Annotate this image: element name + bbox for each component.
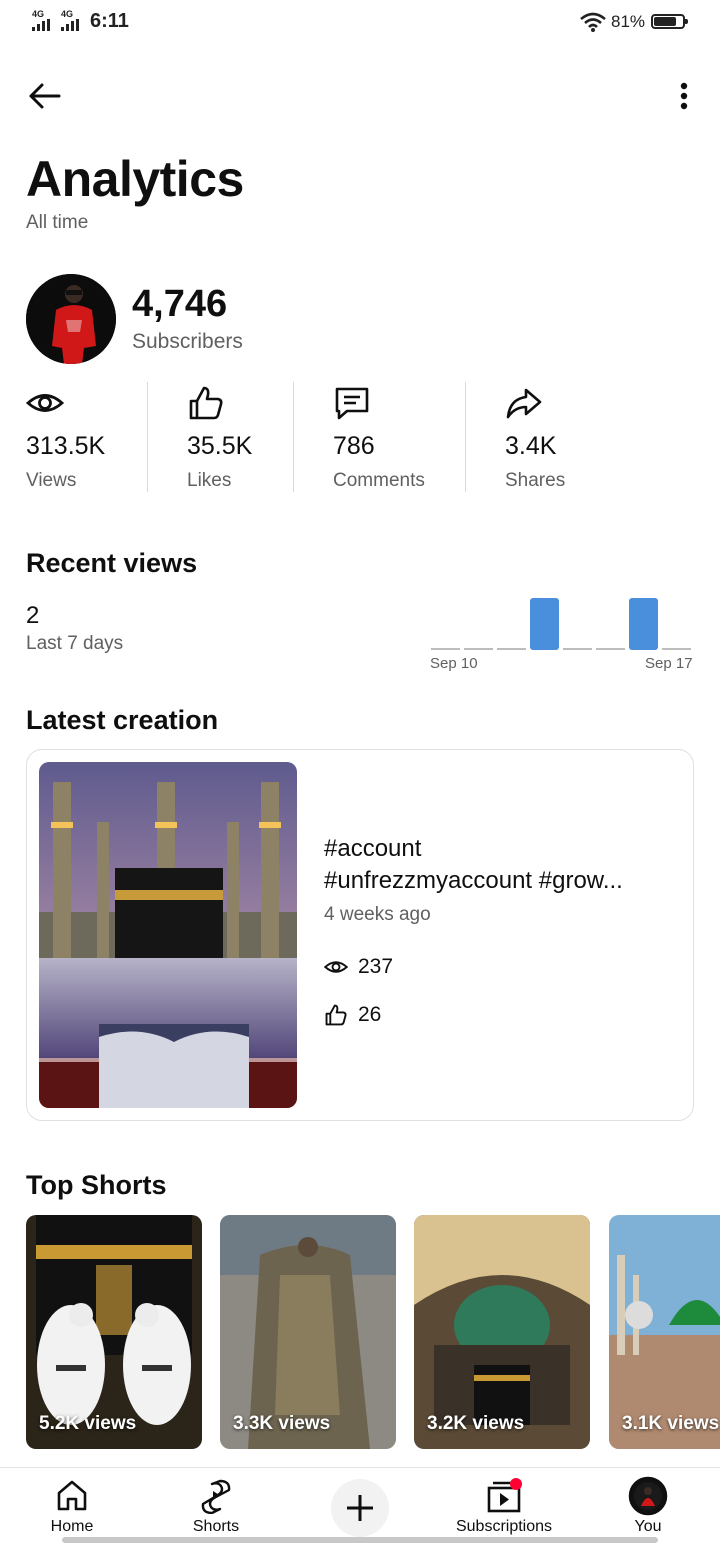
recent-views-count: 2 [26, 602, 40, 629]
bottom-navigation: Home Shorts Subscriptions You [0, 1467, 720, 1544]
chart-tick-start: Sep 10 [430, 655, 478, 672]
video-title-line: #account [324, 835, 422, 862]
stat-value: 313.5K [26, 432, 106, 460]
top-shorts-title: Top Shorts [26, 1170, 167, 1200]
latest-video-likes: 26 [324, 1003, 381, 1027]
plus-icon [347, 1495, 373, 1521]
signal-bars-icon [32, 19, 50, 31]
short-views: 5.2K views [39, 1413, 137, 1434]
clock: 6:11 [90, 10, 129, 32]
arrow-left-icon [29, 83, 61, 109]
date-range-label: All time [26, 212, 89, 233]
video-thumbnail-image [39, 762, 297, 1108]
eye-icon [26, 394, 64, 412]
stat-divider [147, 382, 148, 492]
short-views: 3.2K views [427, 1413, 525, 1434]
video-title-line: #unfrezzmyaccount #grow... [324, 867, 623, 894]
likes-count: 26 [358, 1003, 382, 1026]
recent-views-chart[interactable] [430, 592, 694, 654]
eye-icon [324, 961, 348, 973]
nav-label: You [634, 1518, 662, 1535]
chart-bar [530, 598, 559, 650]
top-shorts-carousel[interactable]: 5.2K views 3.3K views 3.2K views 3.1K vi… [26, 1215, 720, 1451]
home-icon [57, 1480, 87, 1511]
thumbs-up-icon [325, 1004, 347, 1026]
chart-bar-empty [464, 648, 493, 650]
shorts-icon [201, 1479, 231, 1514]
chart-bar-empty [662, 648, 691, 650]
battery-percent: 81% [611, 12, 646, 31]
more-vertical-icon [680, 82, 688, 110]
signal-sim2: 4G [61, 10, 79, 31]
chart-tick-end: Sep 17 [645, 655, 693, 672]
subscriber-label: Subscribers [132, 330, 243, 353]
nav-you[interactable]: You [608, 1468, 688, 1540]
nav-label: Shorts [192, 1518, 240, 1535]
latest-video-title[interactable]: #account #unfrezzmyaccount #grow... [324, 833, 664, 897]
create-button[interactable] [331, 1479, 389, 1537]
chart-bar-empty [563, 648, 592, 650]
avatar-image [26, 274, 116, 364]
subscriptions-icon [487, 1478, 522, 1513]
views-count: 237 [358, 955, 394, 978]
battery-fill [654, 17, 676, 26]
stat-divider [293, 382, 294, 492]
network-type-label: 4G [32, 9, 45, 19]
thumbs-up-icon [189, 386, 223, 420]
profile-avatar-icon [628, 1476, 668, 1516]
latest-video-thumbnail[interactable] [39, 762, 297, 1108]
page-title: Analytics [26, 151, 244, 207]
chart-bar-empty [497, 648, 526, 650]
latest-video-views: 237 [324, 955, 393, 979]
short-card[interactable]: 5.2K views [26, 1215, 202, 1449]
notification-dot [510, 1478, 522, 1490]
short-views: 3.1K views [622, 1413, 720, 1434]
network-type-label: 4G [61, 9, 74, 19]
stat-value: 3.4K [505, 432, 557, 460]
short-card[interactable]: 3.2K views [414, 1215, 590, 1449]
status-bar: 4G 4G 6:11 81% [0, 0, 720, 46]
short-views: 3.3K views [233, 1413, 331, 1434]
stat-value: 35.5K [187, 432, 253, 460]
latest-video-card[interactable]: #account #unfrezzmyaccount #grow... 4 we… [26, 749, 694, 1121]
channel-avatar[interactable] [26, 274, 116, 364]
stat-label: Likes [187, 470, 232, 491]
signal-sim1: 4G [32, 10, 50, 31]
nav-subscriptions[interactable]: Subscriptions [444, 1468, 564, 1540]
nav-home[interactable]: Home [32, 1468, 112, 1540]
stat-label: Views [26, 470, 77, 491]
short-card[interactable]: 3.1K views [609, 1215, 720, 1449]
latest-video-age: 4 weeks ago [324, 904, 431, 925]
signal-bars-icon [61, 19, 79, 31]
latest-creation-title: Latest creation [26, 705, 219, 735]
more-options-button[interactable] [664, 76, 704, 116]
recent-views-period: Last 7 days [26, 633, 124, 654]
stat-label: Shares [505, 470, 566, 491]
recent-views-title: Recent views [26, 548, 198, 578]
chart-bar-empty [431, 648, 460, 650]
nav-label: Subscriptions [455, 1518, 553, 1535]
share-icon [506, 388, 542, 419]
gesture-navigation-bar[interactable] [62, 1537, 658, 1543]
stat-divider [465, 382, 466, 492]
battery-icon [651, 14, 688, 29]
subscriber-count: 4,746 [132, 283, 228, 325]
wifi-icon [580, 12, 606, 32]
back-button[interactable] [24, 76, 64, 116]
chart-bar [629, 598, 658, 650]
stat-value: 786 [333, 432, 375, 460]
nav-shorts[interactable]: Shorts [176, 1468, 256, 1540]
battery-tip [685, 19, 688, 24]
nav-label: Home [50, 1518, 94, 1535]
stat-label: Comments [333, 470, 425, 491]
chart-bar-empty [596, 648, 625, 650]
comment-icon [335, 387, 369, 420]
short-card[interactable]: 3.3K views [220, 1215, 396, 1449]
